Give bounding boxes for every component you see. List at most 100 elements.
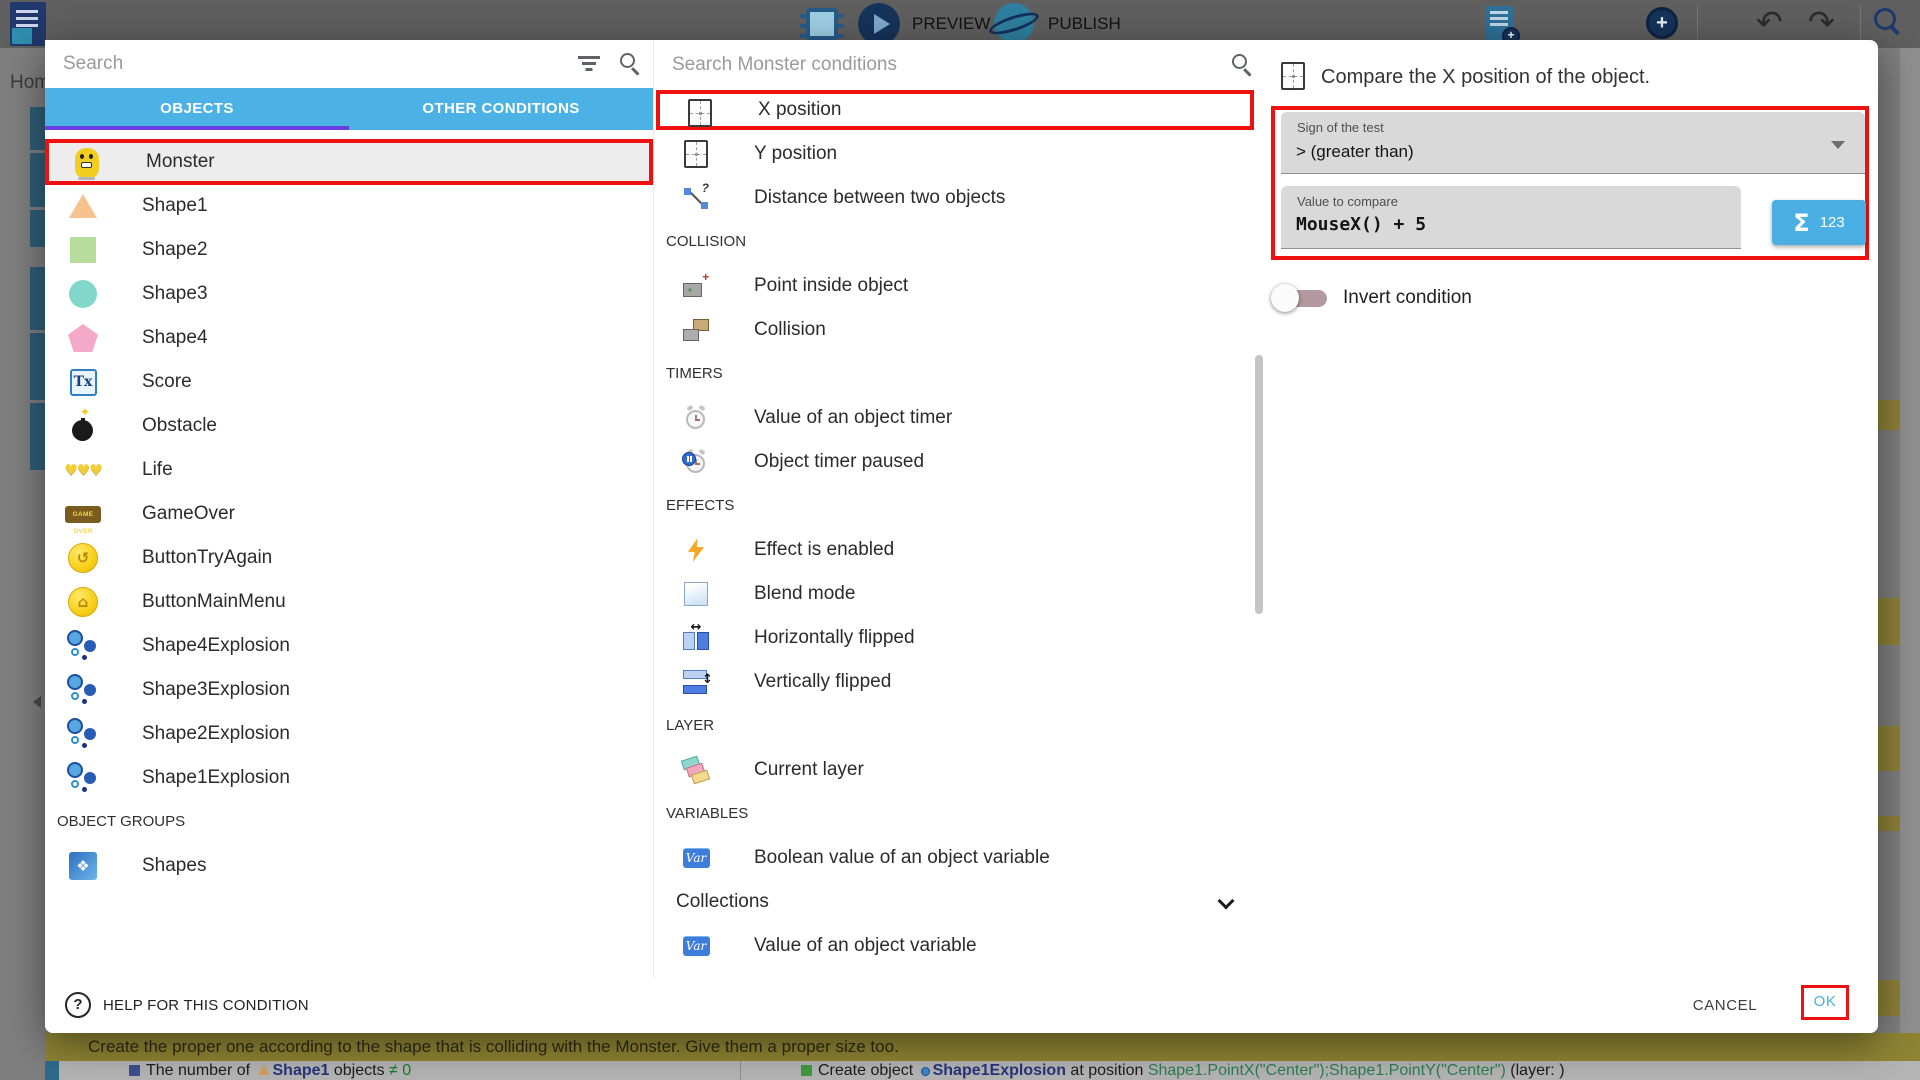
conditions-scrollbar[interactable]: [1255, 355, 1263, 614]
explosion-dot-icon: [921, 1067, 930, 1076]
undo-icon[interactable]: ↶: [1756, 2, 1783, 42]
panel-tabs: OBJECTS OTHER CONDITIONS: [45, 88, 653, 130]
value-to-compare-label: Value to compare: [1297, 194, 1398, 209]
value-to-compare-value: MouseX() + 5: [1296, 214, 1426, 235]
condition-item-current-layer[interactable]: Current layer: [654, 748, 1265, 792]
lightning-icon: [688, 538, 704, 562]
condition-item-blend-mode[interactable]: Blend mode: [654, 572, 1265, 616]
choose-condition-dialog: OBJECTS OTHER CONDITIONS Monster Shape1 …: [45, 40, 1878, 1033]
expression-editor-button[interactable]: Σ 123: [1772, 200, 1866, 245]
object-item-shape3explosion[interactable]: Shape3Explosion: [45, 668, 653, 712]
condition-item-x-position[interactable]: X position: [656, 90, 1254, 130]
condition-item-value-of-an-object-timer[interactable]: Value of an object timer: [654, 396, 1265, 440]
event-column-divider: [740, 1061, 741, 1080]
publish-globe-icon[interactable]: [994, 3, 1034, 43]
object-item-shape1explosion[interactable]: Shape1Explosion: [45, 756, 653, 800]
objects-panel: OBJECTS OTHER CONDITIONS Monster Shape1 …: [45, 40, 653, 978]
button-home-icon: ⌂: [68, 587, 98, 617]
section-header-collision: COLLISION: [666, 220, 746, 264]
gameover-icon: GAME OVER: [65, 506, 101, 523]
value-to-compare-input[interactable]: Value to compare MouseX() + 5: [1281, 186, 1741, 249]
events-scrollbar[interactable]: [1900, 48, 1920, 1080]
invert-toggle-knob[interactable]: [1271, 284, 1299, 312]
objects-search-input[interactable]: [45, 40, 653, 88]
object-item-shape2explosion[interactable]: Shape2Explosion: [45, 712, 653, 756]
comment-text: Create the proper one according to the s…: [45, 1033, 1920, 1061]
doc-icon-accent: [12, 28, 32, 44]
event-row-sliver: [1878, 726, 1900, 771]
condition-settings-panel: Compare the X position of the object. Si…: [1265, 40, 1878, 978]
object-item-shape3[interactable]: Shape3: [45, 272, 653, 316]
ok-button[interactable]: OK: [1801, 985, 1849, 1020]
monster-icon: [75, 148, 99, 178]
object-item-buttontryagain[interactable]: ↺ButtonTryAgain: [45, 536, 653, 580]
toolbar-search-icon[interactable]: [1874, 8, 1896, 30]
event-row: The number of Shape1 objects ≠ 0 Create …: [45, 1061, 1920, 1080]
search-icon[interactable]: [1232, 54, 1247, 69]
chevron-down-icon: [1218, 893, 1235, 910]
event-action-text: Create object Shape1Explosion at positio…: [801, 1061, 1565, 1080]
tab-other-conditions[interactable]: OTHER CONDITIONS: [349, 88, 653, 130]
cancel-button[interactable]: CANCEL: [1675, 978, 1775, 1033]
condition-item-value-of-an-object-variable[interactable]: VarValue of an object variable: [654, 924, 1265, 968]
condition-item-boolean-value-of-an-object-variable[interactable]: VarBoolean value of an object variable: [654, 836, 1265, 880]
help-link[interactable]: HELP FOR THIS CONDITION: [103, 978, 309, 1033]
event-selection-tab: [45, 1061, 59, 1080]
sigma-icon: Σ: [1793, 209, 1809, 237]
object-item-shape1[interactable]: Shape1: [45, 184, 653, 228]
event-condition-text: The number of Shape1 objects ≠ 0: [129, 1061, 411, 1080]
object-item-monster[interactable]: Monster: [45, 139, 653, 185]
dialog-footer: ? HELP FOR THIS CONDITION CANCEL OK: [45, 978, 1878, 1033]
help-icon[interactable]: ?: [65, 992, 91, 1018]
timer-paused-icon: [684, 450, 708, 474]
object-item-shape4explosion[interactable]: Shape4Explosion: [45, 624, 653, 668]
condition-item-effect-is-enabled[interactable]: Effect is enabled: [654, 528, 1265, 572]
object-item-obstacle[interactable]: ✦Obstacle: [45, 404, 653, 448]
collision-icon: [683, 319, 709, 341]
condition-item-distance-between-two-objects[interactable]: ?Distance between two objects: [654, 176, 1265, 220]
object-item-gameover[interactable]: GAME OVERGameOver: [45, 492, 653, 536]
section-header-layer: LAYER: [666, 704, 714, 748]
pentagon-icon: [68, 324, 98, 352]
square-icon: [70, 237, 96, 263]
object-item-buttonmainmenu[interactable]: ⌂ButtonMainMenu: [45, 580, 653, 624]
condition-item-horizontally-flipped[interactable]: ↔Horizontally flipped: [654, 616, 1265, 660]
section-header-timers: TIMERS: [666, 352, 723, 396]
redo-icon[interactable]: ↷: [1808, 2, 1835, 42]
flip-h-icon: ↔: [683, 626, 709, 650]
object-item-shape4[interactable]: Shape4: [45, 316, 653, 360]
text-icon: Tx: [70, 369, 97, 396]
condition-item-vertically-flipped[interactable]: ↕Vertically flipped: [654, 660, 1265, 704]
search-icon[interactable]: [620, 53, 635, 68]
conditions-search-input[interactable]: [654, 40, 1265, 90]
button-retry-icon: ↺: [68, 543, 98, 573]
particles-icon: [67, 718, 99, 750]
add-scene-icon[interactable]: +: [1486, 6, 1514, 40]
preview-play-icon[interactable]: [858, 3, 900, 45]
condition-item-object-timer-paused[interactable]: Object timer paused: [654, 440, 1265, 484]
debug-icon[interactable]: [806, 8, 838, 40]
fold-arrow-icon[interactable]: [33, 696, 41, 708]
group-item-shapes[interactable]: ❖Shapes: [45, 844, 653, 888]
sign-of-test-label: Sign of the test: [1297, 120, 1384, 135]
collapsible-collections[interactable]: Collections: [654, 880, 1265, 924]
point-inside-icon: ++: [683, 275, 709, 297]
object-item-life[interactable]: ♥♥♥Life: [45, 448, 653, 492]
blend-icon: [684, 582, 708, 606]
tab-objects[interactable]: OBJECTS: [45, 88, 349, 130]
condition-item-y-position[interactable]: Y position: [654, 132, 1265, 176]
toolbar-divider: [1860, 6, 1861, 42]
object-item-score[interactable]: TxScore: [45, 360, 653, 404]
position-icon: [684, 140, 708, 168]
filter-icon[interactable]: [578, 56, 600, 72]
condition-item-collision[interactable]: Collision: [654, 308, 1265, 352]
project-manager-icon[interactable]: [10, 2, 46, 46]
dropdown-arrow-icon: [1831, 141, 1845, 149]
add-circle-icon[interactable]: +: [1646, 7, 1678, 39]
shape1-triangle-icon: [258, 1065, 270, 1075]
event-row-sliver: [1878, 400, 1900, 430]
section-header-variables: VARIABLES: [666, 792, 748, 836]
condition-item-point-inside-object[interactable]: ++Point inside object: [654, 264, 1265, 308]
object-item-shape2[interactable]: Shape2: [45, 228, 653, 272]
sign-of-test-select[interactable]: Sign of the test > (greater than): [1281, 112, 1865, 174]
